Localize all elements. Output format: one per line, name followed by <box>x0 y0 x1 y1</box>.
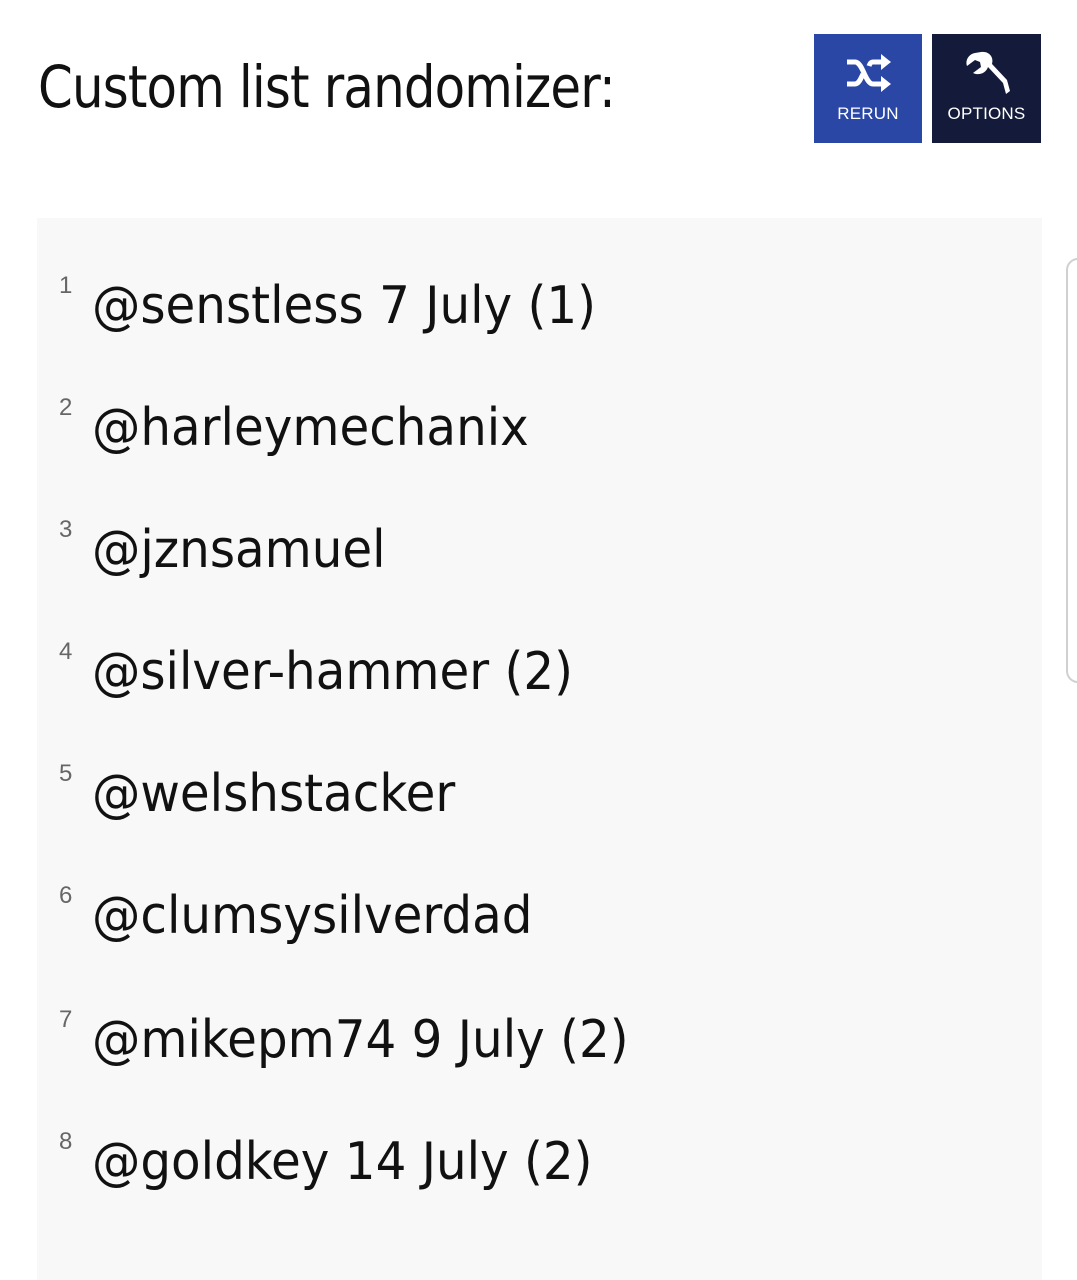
item-text: @jznsamuel <box>92 520 386 580</box>
item-text: @clumsysilverdad <box>92 886 533 946</box>
item-text: @harleymechanix <box>92 398 529 458</box>
item-text: @senstless 7 July (1) <box>92 276 597 336</box>
list-item: 7 @mikepm74 9 July (2) <box>37 1000 1042 1080</box>
list-item: 4 @silver-hammer (2) <box>37 632 1042 712</box>
item-number: 5 <box>59 760 73 787</box>
results-list-panel: 1 @senstless 7 July (1) 2 @harleymechani… <box>37 218 1042 1280</box>
randomizer-page: Custom list randomizer: RERUN OPTIONS 1 … <box>0 0 1077 1280</box>
list-item: 5 @welshstacker <box>37 754 1042 834</box>
rerun-label: RERUN <box>837 104 899 123</box>
list-item: 1 @senstless 7 July (1) <box>37 266 1042 346</box>
item-number: 6 <box>59 882 73 909</box>
list-item: 6 @clumsysilverdad <box>37 876 1042 956</box>
rerun-button[interactable]: RERUN <box>814 34 922 143</box>
page-title: Custom list randomizer: <box>38 53 616 121</box>
item-text: @silver-hammer (2) <box>92 642 574 702</box>
item-number: 8 <box>59 1128 73 1155</box>
list-item: 8 @goldkey 14 July (2) <box>37 1122 1042 1202</box>
item-number: 3 <box>59 516 73 543</box>
list-item: 3 @jznsamuel <box>37 510 1042 590</box>
item-number: 7 <box>59 1006 73 1033</box>
item-number: 2 <box>59 394 73 421</box>
item-number: 1 <box>59 272 73 299</box>
item-text: @goldkey 14 July (2) <box>92 1132 593 1192</box>
item-text: @mikepm74 9 July (2) <box>92 1010 629 1070</box>
wrench-icon <box>965 51 1010 94</box>
list-item: 2 @harleymechanix <box>37 388 1042 468</box>
item-number: 4 <box>59 638 73 665</box>
side-panel-handle[interactable] <box>1066 258 1077 683</box>
item-text: @welshstacker <box>92 764 456 824</box>
options-label: OPTIONS <box>947 104 1026 123</box>
shuffle-icon <box>847 54 891 92</box>
options-button[interactable]: OPTIONS <box>932 34 1041 143</box>
